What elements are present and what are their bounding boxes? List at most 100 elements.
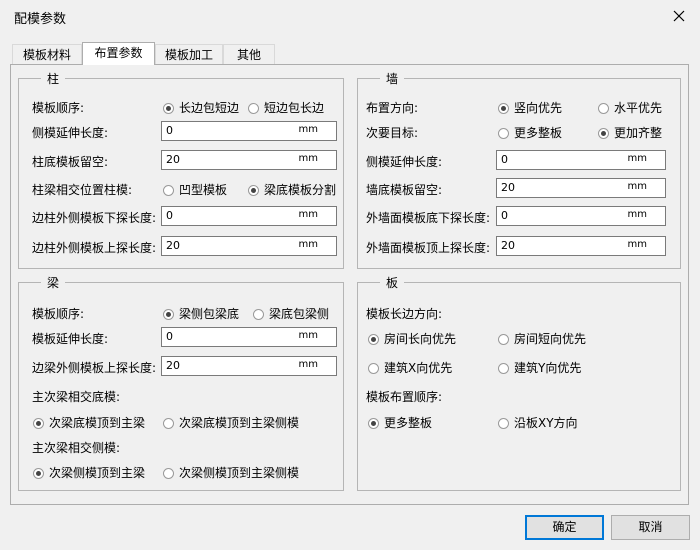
- tab-layout-params[interactable]: 布置参数: [82, 42, 155, 65]
- radio-selected-icon: [163, 309, 174, 320]
- column-order-short-radio[interactable]: 短边包长边: [248, 99, 324, 116]
- wall-goal-more-radio[interactable]: 更多整板: [498, 124, 562, 141]
- radio-label: 梁侧包梁底: [179, 307, 240, 321]
- radio-icon: [498, 363, 509, 374]
- unit-label: mm: [298, 153, 318, 164]
- wall-bottom-gap-input[interactable]: 20 mm: [496, 178, 666, 198]
- beam-edge-up-input[interactable]: 20 mm: [161, 356, 337, 376]
- input-value: 20: [166, 359, 180, 372]
- column-beam-pos-split-radio[interactable]: 梁底模板分割: [248, 181, 336, 198]
- radio-icon: [498, 128, 509, 139]
- tab-other[interactable]: 其他: [223, 44, 275, 65]
- radio-icon: [248, 103, 259, 114]
- radio-icon: [368, 363, 379, 374]
- beam-edge-up-label: 边梁外侧模板上探长度:: [32, 361, 157, 375]
- unit-label: mm: [298, 359, 318, 370]
- radio-icon: [598, 103, 609, 114]
- radio-selected-icon: [498, 103, 509, 114]
- radio-label: 更多整板: [514, 126, 563, 140]
- column-legend: 柱: [47, 72, 60, 86]
- beam-side-to-side-radio[interactable]: 次梁侧模顶到主梁侧模: [163, 464, 299, 481]
- radio-icon: [163, 468, 174, 479]
- slab-long-dir-label: 模板长边方向:: [366, 307, 443, 321]
- radio-label: 次梁侧模顶到主梁: [49, 466, 146, 480]
- beam-order-side-radio[interactable]: 梁侧包梁底: [163, 305, 239, 322]
- radio-selected-icon: [598, 128, 609, 139]
- slab-layout-more-radio[interactable]: 更多整板: [368, 414, 432, 431]
- beam-bottom-to-side-radio[interactable]: 次梁底模顶到主梁侧模: [163, 414, 299, 431]
- radio-selected-icon: [368, 418, 379, 429]
- input-value: 0: [501, 209, 508, 222]
- slab-x-radio[interactable]: 建筑X向优先: [368, 359, 452, 376]
- unit-label: mm: [298, 239, 318, 250]
- radio-label: 建筑X向优先: [384, 361, 453, 375]
- unit-label: mm: [627, 153, 647, 164]
- ok-button[interactable]: 确定: [525, 515, 604, 540]
- input-value: 20: [501, 239, 515, 252]
- tab-material[interactable]: 模板材料: [12, 44, 82, 65]
- unit-label: mm: [298, 124, 318, 135]
- unit-label: mm: [627, 181, 647, 192]
- radio-icon: [498, 334, 509, 345]
- beam-side-label: 主次梁相交侧模:: [32, 441, 121, 455]
- radio-label: 竖向优先: [514, 101, 563, 115]
- wall-side-ext-label: 侧模延伸长度:: [366, 155, 443, 169]
- unit-label: mm: [298, 330, 318, 341]
- radio-selected-icon: [248, 185, 259, 196]
- input-value: 0: [166, 124, 173, 137]
- radio-label: 更多整板: [384, 416, 433, 430]
- radio-icon: [163, 418, 174, 429]
- radio-label: 更加齐整: [614, 126, 663, 140]
- wall-ext-up-input[interactable]: 20 mm: [496, 236, 666, 256]
- input-value: 20: [501, 181, 515, 194]
- wall-goal-label: 次要目标:: [366, 126, 419, 140]
- slab-room-short-radio[interactable]: 房间短向优先: [498, 330, 586, 347]
- radio-icon: [163, 185, 174, 196]
- title-bar: 配模参数: [0, 0, 700, 32]
- wall-legend: 墙: [386, 72, 399, 86]
- close-icon[interactable]: [668, 5, 690, 27]
- column-edge-down-input[interactable]: 0 mm: [161, 206, 337, 226]
- input-value: 0: [166, 330, 173, 343]
- slab-y-radio[interactable]: 建筑Y向优先: [498, 359, 581, 376]
- slab-room-long-radio[interactable]: 房间长向优先: [368, 330, 456, 347]
- slab-layout-xy-radio[interactable]: 沿板XY方向: [498, 414, 578, 431]
- radio-label: 建筑Y向优先: [514, 361, 582, 375]
- beam-side-to-main-radio[interactable]: 次梁侧模顶到主梁: [33, 464, 145, 481]
- column-order-long-radio[interactable]: 长边包短边: [163, 99, 239, 116]
- unit-label: mm: [298, 209, 318, 220]
- radio-label: 房间短向优先: [514, 332, 587, 346]
- radio-label: 梁底包梁侧: [269, 307, 330, 321]
- column-bottom-gap-input[interactable]: 20 mm: [161, 150, 337, 170]
- wall-goal-neat-radio[interactable]: 更加齐整: [598, 124, 662, 141]
- wall-ext-down-input[interactable]: 0 mm: [496, 206, 666, 226]
- input-value: 20: [166, 153, 180, 166]
- radio-label: 次梁侧模顶到主梁侧模: [179, 466, 300, 480]
- input-value: 20: [166, 239, 180, 252]
- wall-dir-horizontal-radio[interactable]: 水平优先: [598, 99, 662, 116]
- radio-label: 梁底模板分割: [264, 183, 337, 197]
- cancel-button[interactable]: 取消: [611, 515, 690, 540]
- radio-selected-icon: [163, 103, 174, 114]
- column-beam-pos-concave-radio[interactable]: 凹型模板: [163, 181, 227, 198]
- column-edge-up-input[interactable]: 20 mm: [161, 236, 337, 256]
- tab-processing[interactable]: 模板加工: [155, 44, 223, 65]
- radio-label: 凹型模板: [179, 183, 228, 197]
- beam-bottom-to-main-radio[interactable]: 次梁底模顶到主梁: [33, 414, 145, 431]
- beam-order-bottom-radio[interactable]: 梁底包梁侧: [253, 305, 329, 322]
- wall-dir-vertical-radio[interactable]: 竖向优先: [498, 99, 562, 116]
- column-side-ext-label: 侧模延伸长度:: [32, 126, 109, 140]
- radio-label: 房间长向优先: [384, 332, 457, 346]
- wall-dir-label: 布置方向:: [366, 101, 419, 115]
- column-order-label: 模板顺序:: [32, 101, 85, 115]
- column-side-ext-input[interactable]: 0 mm: [161, 121, 337, 141]
- wall-side-ext-input[interactable]: 0 mm: [496, 150, 666, 170]
- radio-icon: [253, 309, 264, 320]
- radio-label: 长边包短边: [179, 101, 240, 115]
- radio-label: 水平优先: [614, 101, 663, 115]
- column-bottom-gap-label: 柱底模板留空:: [32, 155, 109, 169]
- radio-label: 次梁底模顶到主梁: [49, 416, 146, 430]
- column-edge-down-label: 边柱外侧模板下探长度:: [32, 211, 157, 225]
- wall-ext-down-label: 外墙面模板底下探长度:: [366, 211, 491, 225]
- beam-ext-input[interactable]: 0 mm: [161, 327, 337, 347]
